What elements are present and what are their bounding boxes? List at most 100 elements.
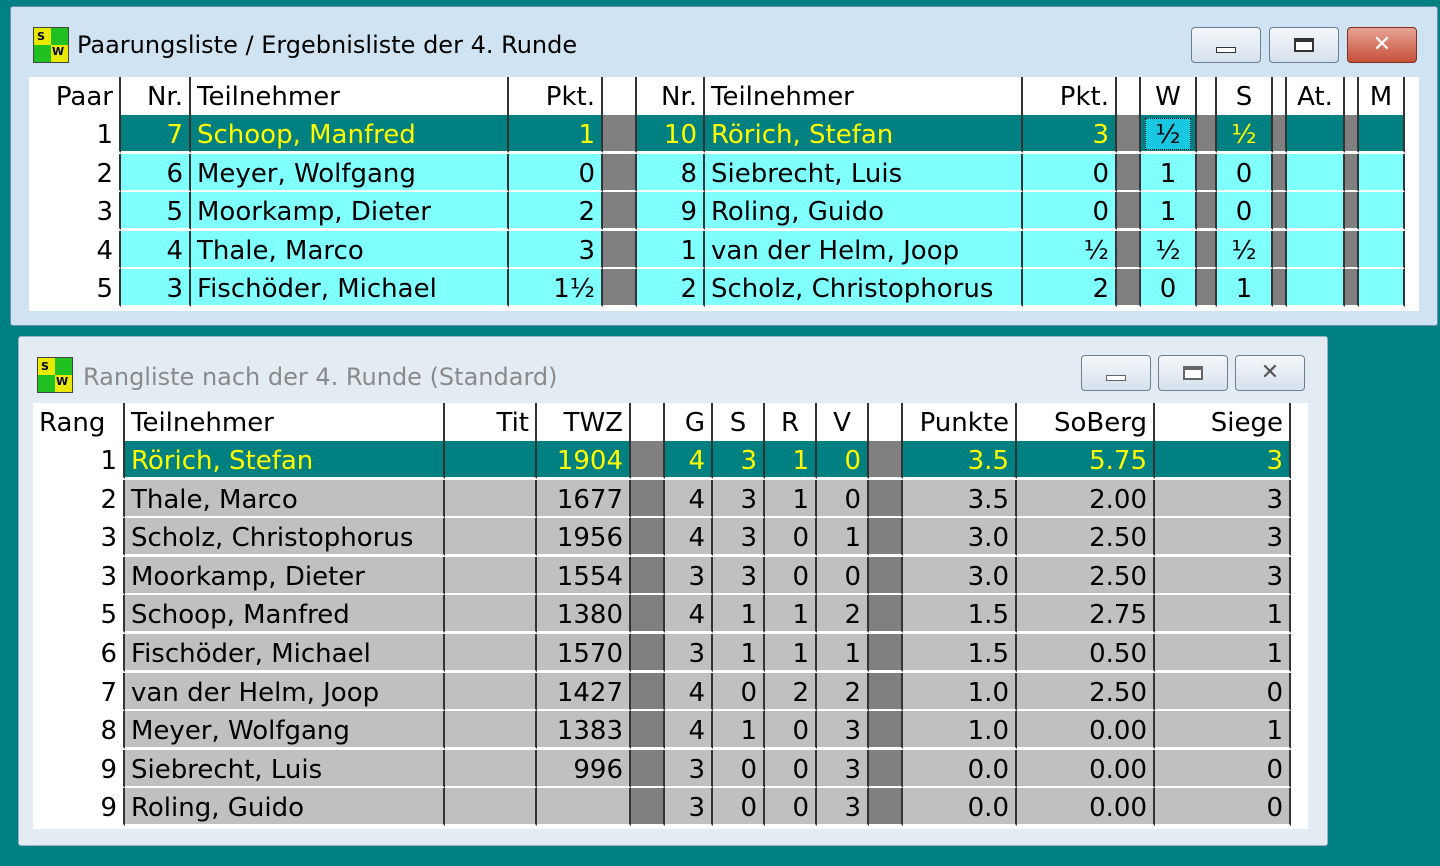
ranking-cell-soberg[interactable]: 5.75 [1017,441,1155,479]
ranking-cell-r[interactable]: 0 [765,711,817,750]
ranking-cell-siege[interactable]: 0 [1155,788,1291,827]
ranking-cell-twz[interactable]: 1956 [537,518,631,557]
ranking-cell-punkte[interactable]: 1.5 [903,595,1017,634]
ranking-cell-twz[interactable]: 1554 [537,556,631,595]
pairings-column-header[interactable]: Paar [29,77,121,115]
ranking-cell-punkte[interactable]: 1.0 [903,711,1017,750]
ranking-cell-tit[interactable] [445,711,537,750]
ranking-cell-rang[interactable]: 1 [33,441,125,479]
ranking-cell-v[interactable]: 0 [817,441,869,479]
pairings-cell-pkt2[interactable]: ½ [1023,230,1117,269]
ranking-cell-name[interactable]: Scholz, Christophorus [125,518,445,557]
ranking-cell-g[interactable]: 4 [665,672,713,711]
pairings-column-header[interactable]: Pkt. [509,77,603,115]
ranking-cell-r[interactable]: 1 [765,595,817,634]
ranking-cell-soberg[interactable]: 2.75 [1017,595,1155,634]
ranking-cell-v[interactable]: 3 [817,749,869,788]
ranking-cell-punkte[interactable]: 1.0 [903,672,1017,711]
pairings-row[interactable]: 2 6 Meyer, Wolfgang 0 8 Siebrecht, Luis 0 1 0 [29,153,1405,192]
ranking-titlebar[interactable]: S W Rangliste nach der 4. Runde (Standar… [19,337,1327,403]
ranking-cell-tit[interactable] [445,788,537,827]
ranking-cell-punkte[interactable]: 3.5 [903,441,1017,479]
ranking-cell-punkte[interactable]: 3.0 [903,556,1017,595]
pairings-cell-name2[interactable]: Rörich, Stefan [705,115,1023,153]
ranking-column-header[interactable]: SoBerg [1017,403,1155,441]
ranking-row[interactable]: 3 Moorkamp, Dieter 1554 3 3 0 0 3.0 2.50 3 [33,556,1291,595]
pairings-cell-nr2[interactable]: 10 [637,115,705,153]
pairings-column-header[interactable] [1117,77,1141,115]
ranking-cell-r[interactable]: 1 [765,441,817,479]
pairings-cell-w[interactable]: 0 [1141,269,1197,308]
pairings-row[interactable]: 5 3 Fischöder, Michael 1½ 2 Scholz, Christoph… [29,269,1405,308]
pairings-cell-name2[interactable]: van der Helm, Joop [705,230,1023,269]
pairings-cell-s[interactable]: 0 [1217,192,1273,231]
ranking-cell-twz[interactable]: 996 [537,749,631,788]
pairings-cell-m[interactable] [1359,269,1405,308]
ranking-cell-siege[interactable]: 1 [1155,711,1291,750]
ranking-cell-s[interactable]: 3 [713,556,765,595]
ranking-cell-siege[interactable]: 0 [1155,672,1291,711]
sw-app-icon[interactable]: S W [37,357,73,393]
ranking-cell-tit[interactable] [445,556,537,595]
ranking-cell-twz[interactable]: 1570 [537,634,631,672]
ranking-cell-v[interactable]: 3 [817,711,869,750]
ranking-cell-soberg[interactable]: 2.00 [1017,479,1155,518]
pairings-cell-name2[interactable]: Scholz, Christophorus [705,269,1023,308]
ranking-cell-name[interactable]: Meyer, Wolfgang [125,711,445,750]
ranking-cell-rang[interactable]: 3 [33,518,125,557]
ranking-cell-tit[interactable] [445,595,537,634]
pairings-column-header[interactable]: Teilnehmer [191,77,509,115]
pairings-cell-m[interactable] [1359,192,1405,231]
ranking-cell-s[interactable]: 1 [713,634,765,672]
ranking-cell-tit[interactable] [445,479,537,518]
pairings-cell-nr1[interactable]: 7 [121,115,191,153]
ranking-cell-g[interactable]: 3 [665,556,713,595]
ranking-cell-v[interactable]: 0 [817,479,869,518]
pairings-cell-name2[interactable]: Siebrecht, Luis [705,153,1023,192]
ranking-column-header[interactable]: V [817,403,869,441]
pairings-column-header[interactable] [1273,77,1287,115]
ranking-cell-soberg[interactable]: 0.50 [1017,634,1155,672]
ranking-cell-g[interactable]: 3 [665,634,713,672]
pairings-cell-m[interactable] [1359,115,1405,153]
pairings-cell-nr2[interactable]: 1 [637,230,705,269]
ranking-cell-punkte[interactable]: 0.0 [903,788,1017,827]
ranking-cell-v[interactable]: 2 [817,595,869,634]
ranking-cell-soberg[interactable]: 0.00 [1017,711,1155,750]
ranking-cell-punkte[interactable]: 3.0 [903,518,1017,557]
ranking-cell-tit[interactable] [445,672,537,711]
ranking-cell-siege[interactable]: 0 [1155,749,1291,788]
ranking-cell-name[interactable]: Rörich, Stefan [125,441,445,479]
ranking-column-header[interactable]: Punkte [903,403,1017,441]
ranking-cell-siege[interactable]: 3 [1155,479,1291,518]
pairings-cell-s[interactable]: ½ [1217,230,1273,269]
pairings-column-header[interactable]: At. [1287,77,1345,115]
ranking-cell-name[interactable]: Schoop, Manfred [125,595,445,634]
pairings-cell-pkt2[interactable]: 0 [1023,192,1117,231]
pairings-column-header[interactable] [603,77,637,115]
ranking-cell-twz[interactable]: 1904 [537,441,631,479]
pairings-cell-s[interactable]: 1 [1217,269,1273,308]
ranking-cell-g[interactable]: 4 [665,441,713,479]
pairings-cell-pkt1[interactable]: 1 [509,115,603,153]
pairings-cell-w[interactable]: ½ [1141,115,1197,153]
ranking-column-header[interactable]: Siege [1155,403,1291,441]
pairings-cell-paar[interactable]: 3 [29,192,121,231]
ranking-cell-tit[interactable] [445,749,537,788]
ranking-row[interactable]: 2 Thale, Marco 1677 4 3 1 0 3.5 2.00 3 [33,479,1291,518]
pairings-cell-at[interactable] [1287,192,1345,231]
pairings-cell-w[interactable]: 1 [1141,153,1197,192]
ranking-cell-name[interactable]: Fischöder, Michael [125,634,445,672]
ranking-cell-g[interactable]: 4 [665,479,713,518]
pairings-cell-m[interactable] [1359,230,1405,269]
ranking-cell-siege[interactable]: 3 [1155,441,1291,479]
ranking-column-header[interactable]: G [665,403,713,441]
ranking-cell-s[interactable]: 3 [713,441,765,479]
pairings-cell-paar[interactable]: 2 [29,153,121,192]
ranking-cell-v[interactable]: 2 [817,672,869,711]
ranking-cell-rang[interactable]: 8 [33,711,125,750]
minimize-button[interactable] [1191,27,1261,63]
pairings-cell-pkt1[interactable]: 0 [509,153,603,192]
pairings-cell-at[interactable] [1287,153,1345,192]
pairings-table[interactable]: Paar Nr. Teilnehmer Pkt. Nr. Teilnehmer Pkt. W S… [29,77,1419,311]
